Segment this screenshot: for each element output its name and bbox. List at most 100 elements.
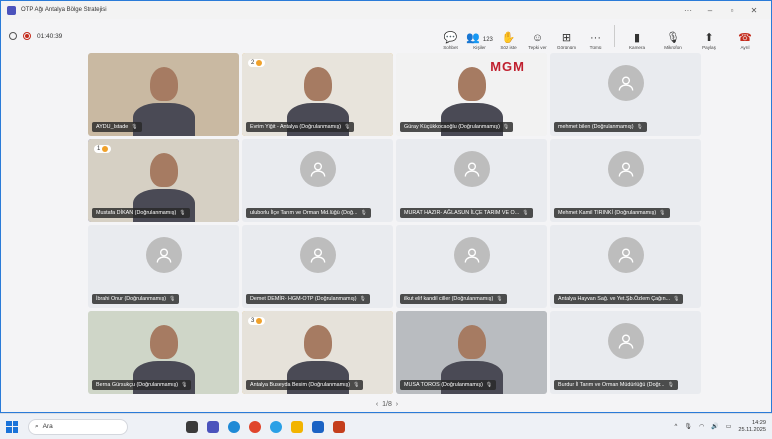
muted-mic-icon: 🎙 (181, 382, 188, 388)
tray-chevron-icon[interactable]: ^ (675, 424, 678, 430)
meeting-timer: 01:40:39 (37, 32, 63, 40)
raised-hand-order: 1 (97, 146, 101, 152)
camera-button[interactable]: ▮ Kamera (619, 31, 655, 50)
participant-name: Evrim Yiğit - Antalya (Doğrulanmamış) (250, 124, 342, 130)
participant-tile[interactable]: uluborlu İlçe Tarım ve Orman Md.lüğü (Do… (242, 139, 393, 222)
microphone-button[interactable]: 🎙 Mikrofon (655, 31, 691, 50)
tool-label: Mikrofon (664, 45, 682, 50)
raised-hand-order: 2 (251, 60, 255, 66)
participant-name-label: Berna Gürsukçu (Doğrulanmamış) 🎙 (92, 380, 192, 390)
raised-hand-badge: 2 (248, 59, 266, 67)
hand-icon (102, 146, 109, 152)
teams-app-icon (7, 5, 16, 15)
store-icon[interactable] (312, 420, 324, 433)
meeting-info-icon[interactable] (9, 32, 17, 40)
default-avatar-icon (145, 236, 182, 273)
participant-tile[interactable]: MUSA TOROS (Doğrulanmamış) 🎙 (396, 311, 547, 394)
participant-count: 123 (482, 37, 493, 43)
chrome-icon[interactable] (249, 420, 261, 433)
edge-icon[interactable] (228, 420, 240, 433)
windows-taskbar: ⌕ Ara ^ 🎙 ◠ 🔊 ▭ 14:29 25.11.2025 (0, 413, 772, 439)
video-head-shape (458, 325, 486, 359)
participant-name: Mustafa DİKAN (Doğrulanmamış) (96, 210, 177, 216)
muted-mic-icon: 🎙 (179, 210, 186, 216)
participant-tile[interactable]: Mehmet Kamil TIRINKİ (Doğrulanmamış) 🎙 (550, 139, 701, 222)
muted-mic-icon: 🎙 (169, 296, 176, 302)
browser-icon[interactable] (270, 420, 282, 433)
tool-label: Sohbet (443, 45, 458, 50)
tray-mic-icon[interactable]: 🎙 (684, 423, 692, 430)
tool-label: Kişiler (473, 45, 486, 50)
participant-tile[interactable]: 1 Mustafa DİKAN (Doğrulanmamış) 🎙 (88, 139, 239, 222)
participant-name-label: Demet DEMİR- HGM-OTP (Doğrulanmamış) 🎙 (246, 294, 370, 304)
participant-name-label: Antalya Hayvan Sağ. ve Yet.Şb.Özlem Çağı… (554, 294, 684, 304)
volume-icon[interactable]: 🔊 (711, 423, 718, 430)
participant-name-label: Mustafa DİKAN (Doğrulanmamış) 🎙 (92, 208, 190, 218)
participant-tile[interactable]: Berna Gürsukçu (Doğrulanmamış) 🎙 (88, 311, 239, 394)
wifi-icon[interactable]: ◠ (699, 423, 704, 430)
participant-tile[interactable]: MURAT HAZIR- AĞLASUN İLÇE TARIM VE O... 🎙 (396, 139, 547, 222)
window-more-icon[interactable]: ··· (677, 6, 699, 15)
minimize-button[interactable]: – (699, 6, 721, 15)
meeting-window: OTP Ağı Antalya Bölge Stratejisi ··· – ▫… (0, 0, 772, 413)
chat-button[interactable]: 💬 Sohbet (436, 31, 465, 50)
share-button[interactable]: ⬆ Paylaş (691, 31, 727, 50)
tool-label: Ayrıl (740, 45, 750, 50)
participant-name: Antalya Hayvan Sağ. ve Yet.Şb.Özlem Çağı… (558, 296, 671, 302)
participant-tile[interactable]: İbrahi Onur (Doğrulanmamış) 🎙 (88, 225, 239, 308)
more-icon: ··· (590, 32, 601, 44)
participant-tile[interactable]: Demet DEMİR- HGM-OTP (Doğrulanmamış) 🎙 (242, 225, 393, 308)
muted-mic-icon: 🎙 (360, 210, 367, 216)
taskbar-search[interactable]: ⌕ Ara (28, 418, 128, 435)
gallery-pager: ‹ 1/8 › (1, 401, 772, 408)
view-button[interactable]: ⊞ Görünüm (552, 31, 581, 50)
tool-label: Kamera (628, 45, 646, 50)
windows-start-icon[interactable] (6, 420, 18, 433)
view-icon: ⊞ (561, 32, 572, 44)
muted-mic-icon: 🎙 (673, 296, 680, 302)
default-avatar-icon (607, 322, 644, 359)
people-icon: 👥 123 (466, 32, 493, 44)
reaction-button[interactable]: ☺ Tepki ver (523, 31, 552, 50)
clock[interactable]: 14:29 25.11.2025 (738, 420, 766, 434)
participant-name: MUSA TOROS (Doğrulanmamış) (404, 382, 483, 388)
participant-tile[interactable]: Antalya Hayvan Sağ. ve Yet.Şb.Özlem Çağı… (550, 225, 701, 308)
tool-label: Söz iste (500, 45, 517, 50)
leave-button[interactable]: ☎ Ayrıl (727, 31, 763, 50)
camera-icon: ▮ (633, 32, 641, 44)
participant-tile[interactable]: mehmet bilen (Doğrulanmamış) 🎙 (550, 53, 701, 136)
tool-label: Tümü (589, 45, 602, 50)
participant-tile[interactable]: Burdur İl Tarım ve Orman Müdürlüğü (Doğr… (550, 311, 701, 394)
video-head-shape (150, 153, 178, 187)
participant-tile[interactable]: 2 Evrim Yiğit - Antalya (Doğrulanmamış) 🎙 (242, 53, 393, 136)
participant-name: Berna Gürsukçu (Doğrulanmamış) (96, 382, 179, 388)
participant-tile[interactable]: MGM Güray Küçükkocaoğlu (Doğrulanmamış) 🎙 (396, 53, 547, 136)
file-explorer-icon[interactable] (291, 420, 303, 433)
raise-hand-button[interactable]: ✋ Söz iste (494, 31, 523, 50)
participant-name-label: Antalya Buseyda Besim (Doğrulanmamış) 🎙 (246, 380, 364, 390)
participant-name-label: Güray Küçükkocaoğlu (Doğrulanmamış) 🎙 (400, 122, 514, 132)
next-page-button[interactable]: › (396, 401, 398, 408)
office-icon[interactable] (333, 420, 345, 433)
toolbar-tools: 💬 Sohbet 👥 123 Kişiler ✋ Söz iste ☺ Tepki ver ⊞ G… (436, 22, 763, 50)
participant-name: Demet DEMİR- HGM-OTP (Doğrulanmamış) (250, 296, 357, 302)
participant-name: İbrahi Onur (Doğrulanmamış) (96, 296, 167, 302)
battery-icon[interactable]: ▭ (726, 423, 732, 430)
muted-mic-icon: 🎙 (659, 210, 666, 216)
teams-taskbar-icon[interactable] (207, 420, 219, 433)
recording-icon (23, 32, 31, 40)
close-window-button[interactable]: ✕ (743, 6, 765, 15)
muted-mic-icon: 🎙 (344, 124, 351, 130)
hand-icon (256, 60, 263, 66)
people-button[interactable]: 👥 123 Kişiler (465, 31, 494, 50)
more-button[interactable]: ··· Tümü (581, 31, 610, 50)
participant-tile[interactable]: AYDU_Istade 🎙 (88, 53, 239, 136)
prev-page-button[interactable]: ‹ (376, 401, 378, 408)
restore-button[interactable]: ▫ (721, 6, 743, 15)
participant-name-label: İbrahi Onur (Doğrulanmamış) 🎙 (92, 294, 180, 304)
participant-tile[interactable]: ilkut elif kandil ciller (Doğrulanmamış)… (396, 225, 547, 308)
default-avatar-icon (607, 150, 644, 187)
participant-tile[interactable]: 3 Antalya Buseyda Besim (Doğrulanmamış) 🎙 (242, 311, 393, 394)
share-icon: ⬆ (704, 32, 714, 44)
task-view-icon[interactable] (186, 420, 198, 433)
